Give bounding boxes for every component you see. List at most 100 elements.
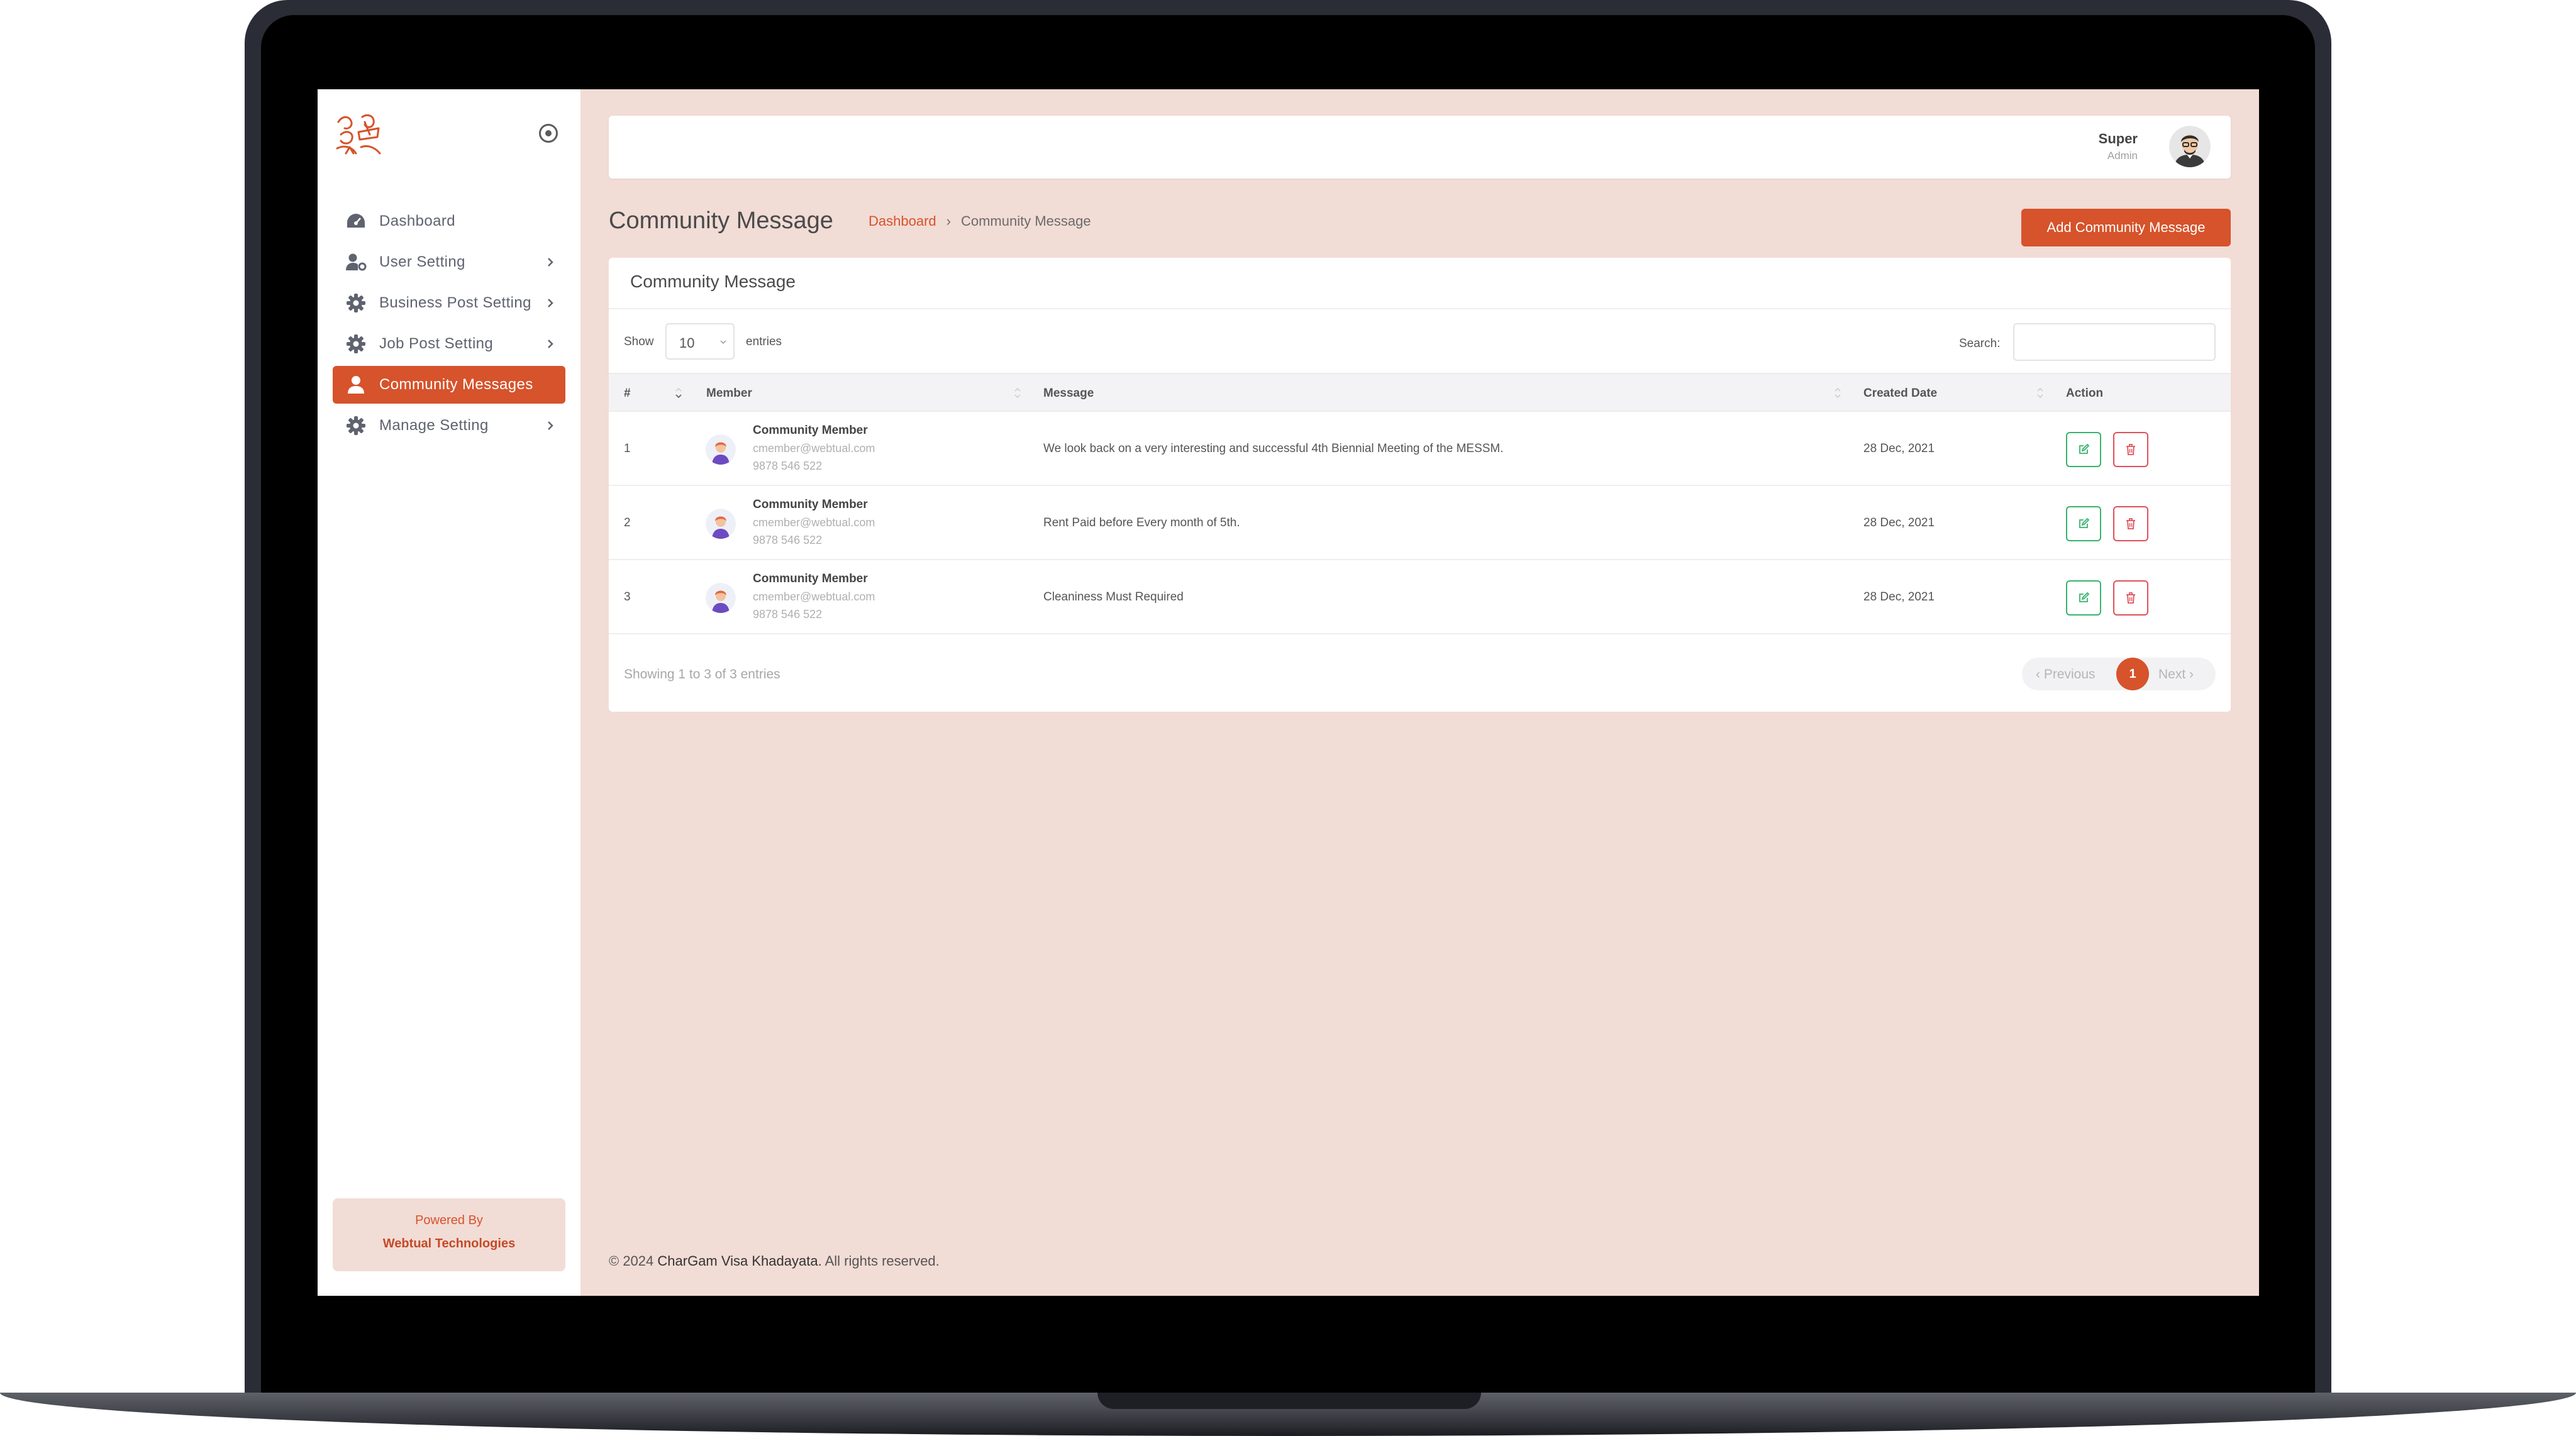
message-text: We look back on a very interesting and s… [1043,442,1504,455]
column-header-member[interactable]: Member [706,387,752,400]
search-label: Search: [1959,337,2001,350]
table-row: 2 Community Member cmember@webtual.com 9… [609,486,2231,560]
table-row: 3 Community Member cmember@webtual.com 9… [609,560,2231,634]
table-header: # Member Message Created Date Action [609,373,2231,412]
member-phone: 9878 546 522 [753,534,823,546]
sidebar-item-label: Business Post Setting [379,294,531,311]
sidebar-item-dashboard[interactable]: Dashboard [333,202,565,240]
page-title: Community Message [609,207,833,234]
delete-button[interactable] [2113,580,2148,616]
pagination-next-button[interactable]: Next › [2158,667,2194,682]
powered-by-box: Powered By Webtual Technologies [333,1198,565,1271]
brand-logo-icon[interactable] [333,109,385,160]
trash-icon [2126,518,2135,529]
add-community-message-button[interactable]: Add Community Message [2021,209,2231,246]
chevron-right-icon [548,340,553,348]
search-input[interactable] [2013,323,2216,361]
page-length-value: 10 [679,335,695,351]
sidebar-item-job-post-setting[interactable]: Job Post Setting [333,325,565,363]
breadcrumb-current: Community Message [960,213,1091,229]
sort-icon[interactable] [1833,385,1842,400]
sidebar-item-label: Manage Setting [379,417,489,434]
sidebar: Dashboard User Setting Business Post Set… [318,89,580,1296]
member-avatar [706,583,736,613]
chevron-right-icon [548,299,553,307]
created-date: 28 Dec, 2021 [1863,516,1935,529]
sidebar-item-label: Dashboard [379,213,456,229]
sidebar-item-label: User Setting [379,253,465,270]
column-header-message[interactable]: Message [1043,387,1094,400]
user-role: Admin [2107,150,2138,162]
row-index: 2 [624,516,631,529]
edit-button[interactable] [2066,580,2101,616]
user-avatar[interactable] [2169,126,2211,167]
member-name: Community Member [753,572,868,585]
sort-icon[interactable] [1013,385,1022,400]
member-avatar [706,509,736,539]
laptop-notch [1097,1393,1481,1409]
footer-brand-link[interactable]: CharGam Visa Khadayata. [657,1253,821,1269]
edit-button[interactable] [2066,432,2101,467]
card-divider [609,308,2231,309]
pagination-previous-button[interactable]: ‹ Previous [2036,667,2096,682]
edit-button[interactable] [2066,506,2101,541]
chevron-down-icon [720,340,726,345]
show-label: Show [624,335,654,348]
edit-icon [2079,443,2090,454]
app-screen: Dashboard User Setting Business Post Set… [318,89,2259,1296]
user-name[interactable]: Super [2099,131,2138,147]
entries-label: entries [746,335,782,348]
member-name: Community Member [753,424,868,437]
column-header-created-date[interactable]: Created Date [1863,387,1937,400]
trash-icon [2126,592,2135,604]
breadcrumb: Dashboard › Community Message [869,213,1091,229]
pagination-page-1[interactable]: 1 [2116,658,2149,690]
member-phone: 9878 546 522 [753,608,823,621]
powered-by-label: Powered By [415,1213,483,1227]
footer-copyright: © 2024 [609,1253,654,1269]
gear-icon [345,415,367,436]
message-text: Cleaniness Must Required [1043,590,1184,604]
sidebar-item-label: Job Post Setting [379,335,494,352]
powered-by-company-link[interactable]: Webtual Technologies [333,1237,565,1251]
column-header-action: Action [2066,387,2104,400]
table-row: 1 Community Member cmember@webtual.com 9… [609,412,2231,486]
member-email: cmember@webtual.com [753,442,875,455]
member-email: cmember@webtual.com [753,590,875,603]
created-date: 28 Dec, 2021 [1863,442,1935,455]
footer-rights: All rights reserved. [824,1253,940,1269]
sidebar-nav: Dashboard User Setting Business Post Set… [333,202,565,448]
sort-icon[interactable] [2036,385,2045,400]
top-header: Super Admin [609,116,2231,179]
dashboard-icon [345,211,367,232]
table-info: Showing 1 to 3 of 3 entries [624,667,780,682]
sidebar-item-manage-setting[interactable]: Manage Setting [333,407,565,445]
chevron-right-icon [548,258,553,267]
row-index: 1 [624,442,631,455]
member-avatar [706,434,736,465]
trash-icon [2126,444,2135,455]
breadcrumb-separator-icon: › [946,213,951,229]
edit-icon [2079,592,2090,602]
message-text: Rent Paid before Every month of 5th. [1043,516,1240,529]
pagination: ‹ Previous 1 Next › [2022,658,2216,690]
member-email: cmember@webtual.com [753,516,875,529]
card-title: Community Message [630,272,796,291]
member-phone: 9878 546 522 [753,460,823,472]
gear-icon [345,292,367,314]
sidebar-toggle-icon[interactable] [539,124,558,143]
sidebar-item-community-messages[interactable]: Community Messages [333,366,565,404]
page-footer: © 2024 CharGam Visa Khadayata. All right… [609,1253,940,1269]
community-message-card: Community Message Show 10 entries Search… [609,258,2231,712]
delete-button[interactable] [2113,432,2148,467]
column-header-index[interactable]: # [624,387,631,400]
sidebar-item-user-setting[interactable]: User Setting [333,243,565,281]
sort-icon[interactable] [674,385,683,400]
user-gear-icon [345,251,367,273]
sidebar-item-business-post-setting[interactable]: Business Post Setting [333,284,565,322]
member-name: Community Member [753,498,868,511]
delete-button[interactable] [2113,506,2148,541]
breadcrumb-dashboard-link[interactable]: Dashboard [869,213,936,229]
user-icon [345,374,367,395]
page-length-select[interactable]: 10 [665,323,735,360]
